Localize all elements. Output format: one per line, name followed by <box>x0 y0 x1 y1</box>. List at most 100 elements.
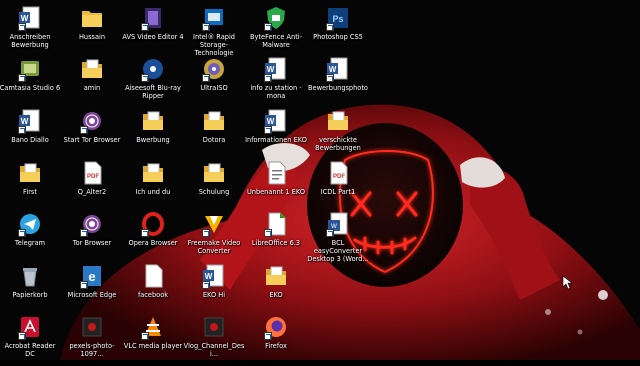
desktop-icon[interactable]: Hussain <box>61 3 123 57</box>
desktop-icon[interactable]: Acrobat Reader DC <box>0 312 61 366</box>
desktop-icon-label: Hussain <box>78 33 106 41</box>
desktop-icon[interactable]: Ps Photoshop CS5 <box>307 3 369 57</box>
desktop-icon-label: BCL easyConverter Desktop 3 (Word... <box>307 239 369 263</box>
desktop-icon-label: Firefox <box>265 342 287 350</box>
desktop-icon[interactable]: verschickte Bewerbungen <box>307 106 369 160</box>
bluray-icon <box>141 56 165 82</box>
desktop-icon[interactable]: EKO <box>245 261 307 315</box>
desktop-icon[interactable]: Firefox <box>245 312 307 366</box>
shortcut-arrow-icon <box>141 23 149 31</box>
tor-icon <box>80 108 104 134</box>
bytefence-icon <box>264 5 288 31</box>
desktop-icon[interactable]: Freemake Video Converter <box>183 209 245 263</box>
desktop-icon-label: Start Tor Browser <box>63 136 121 144</box>
shortcut-arrow-icon <box>264 126 272 134</box>
desktop-icon[interactable]: W Bano Diallo <box>0 106 61 160</box>
desktop-icon[interactable]: Schulung <box>183 158 245 212</box>
desktop-icon[interactable]: Winfo zu station - mona <box>245 54 307 108</box>
desktop-icon-label: Photoshop CS5 <box>313 33 363 41</box>
desktop-icon-label: AVS Video Editor 4 <box>122 33 184 41</box>
folder-doc-icon <box>326 108 350 134</box>
desktop-icon-label: Vlog_Channel_Desi... <box>183 342 245 358</box>
desktop-icon-label: facebook <box>137 291 169 299</box>
image-icon <box>80 314 104 340</box>
shortcut-arrow-icon <box>202 23 210 31</box>
desktop-icon-label: Telegram <box>14 239 46 247</box>
desktop-icon-label: Bano Diallo <box>11 136 49 144</box>
film-icon <box>141 5 165 31</box>
desktop-icon-label: Papierkorb <box>12 291 48 299</box>
desktop-icon-label: Informationen EKO <box>245 136 307 144</box>
desktop-icon[interactable]: Tor Browser <box>61 209 123 263</box>
shortcut-arrow-icon <box>141 229 149 237</box>
folder-doc-icon <box>141 160 165 186</box>
desktop-icon[interactable]: pexels-photo-1097... <box>61 312 123 366</box>
desktop-icon-label: First <box>23 188 37 196</box>
desktop-icon[interactable]: amin <box>61 54 123 108</box>
photoshop-icon: Ps <box>326 5 350 31</box>
desktop-icon[interactable]: PDF ICDL Part1 <box>307 158 369 212</box>
desktop-icon-label: Camtasia Studio 6 <box>0 84 61 92</box>
shortcut-arrow-icon <box>18 332 26 340</box>
svg-text:PDF: PDF <box>333 174 345 180</box>
desktop-icon[interactable]: Papierkorb <box>0 261 61 315</box>
shortcut-arrow-icon <box>80 281 88 289</box>
desktop-icon-label: ByteFence Anti-Malware <box>250 33 302 49</box>
disc-icon <box>202 56 226 82</box>
shortcut-arrow-icon <box>264 229 272 237</box>
blank-file-icon <box>141 263 165 289</box>
desktop-icon[interactable]: Opera Browser <box>122 209 184 263</box>
desktop-icon[interactable]: W BCL easyConverter Desktop 3 (Word... <box>307 209 369 263</box>
desktop-icon[interactable]: PDF Q_Alter2 <box>61 158 123 212</box>
desktop-icon[interactable]: LibreOffice 6.3 <box>245 209 307 263</box>
desktop-icon[interactable]: W Anschreiben Bewerbung <box>0 3 61 57</box>
desktop-icon[interactable]: Telegram <box>0 209 61 263</box>
shortcut-arrow-icon <box>264 332 272 340</box>
svg-text:W: W <box>267 65 275 74</box>
desktop-icon[interactable]: Start Tor Browser <box>61 106 123 160</box>
desktop-icon[interactable]: First <box>0 158 61 212</box>
desktop-icon-label: Freemake Video Converter <box>187 239 241 255</box>
shortcut-arrow-icon <box>18 229 26 237</box>
desktop-icon[interactable]: UltraISO <box>183 54 245 108</box>
desktop-icon-label: Microsoft Edge <box>67 291 117 299</box>
desktop-icon-label: UltraISO <box>200 84 228 92</box>
shortcut-arrow-icon <box>141 74 149 82</box>
telegram-icon <box>18 211 42 237</box>
desktop-icon[interactable]: Intel® Rapid Storage-Technologie <box>183 3 245 57</box>
folder-icon <box>80 5 104 31</box>
folder-doc-icon <box>141 108 165 134</box>
svg-text:W: W <box>267 117 275 126</box>
edge-icon: e <box>80 263 104 289</box>
shortcut-arrow-icon <box>264 74 272 82</box>
desktop-icon-label: Schulung <box>198 188 230 196</box>
pdf-icon: PDF <box>80 160 104 186</box>
desktop-icon[interactable]: ByteFence Anti-Malware <box>245 3 307 57</box>
desktop-icon[interactable]: W EKO Hi <box>183 261 245 315</box>
desktop-icon[interactable]: Ich und du <box>122 158 184 212</box>
shortcut-arrow-icon <box>80 229 88 237</box>
desktop-icon[interactable]: Unbenannt 1 EKO <box>245 158 307 212</box>
desktop-icon[interactable]: Dotora <box>183 106 245 160</box>
desktop-icon[interactable]: AVS Video Editor 4 <box>122 3 184 57</box>
folder-doc-icon <box>80 56 104 82</box>
desktop-icon[interactable]: W Informationen EKO <box>245 106 307 160</box>
desktop-icon[interactable]: W Bewerbungsphoto <box>307 54 369 108</box>
desktop-icon[interactable]: Bwerbung <box>122 106 184 160</box>
desktop-icon-label: amin <box>83 84 101 92</box>
desktop-icon[interactable]: Vlog_Channel_Desi... <box>183 312 245 366</box>
desktop-icon-label: Unbenannt 1 EKO <box>246 188 306 196</box>
recycle-bin-icon <box>18 263 42 289</box>
desktop-icon[interactable]: facebook <box>122 261 184 315</box>
svg-text:W: W <box>329 65 337 74</box>
image-icon <box>202 314 226 340</box>
desktop-icon[interactable]: e Microsoft Edge <box>61 261 123 315</box>
desktop-icon-label: Dotora <box>202 136 226 144</box>
folder-doc-icon <box>264 263 288 289</box>
desktop-icon-label: Aiseesoft Blu-ray Ripper <box>125 84 181 100</box>
desktop-icon[interactable]: Camtasia Studio 6 <box>0 54 61 108</box>
desktop-icon[interactable]: VLC media player <box>122 312 184 366</box>
desktop-icon-label: Ich und du <box>135 188 171 196</box>
desktop-icon-label: info zu station - mona <box>250 84 302 100</box>
desktop-icon[interactable]: Aiseesoft Blu-ray Ripper <box>122 54 184 108</box>
